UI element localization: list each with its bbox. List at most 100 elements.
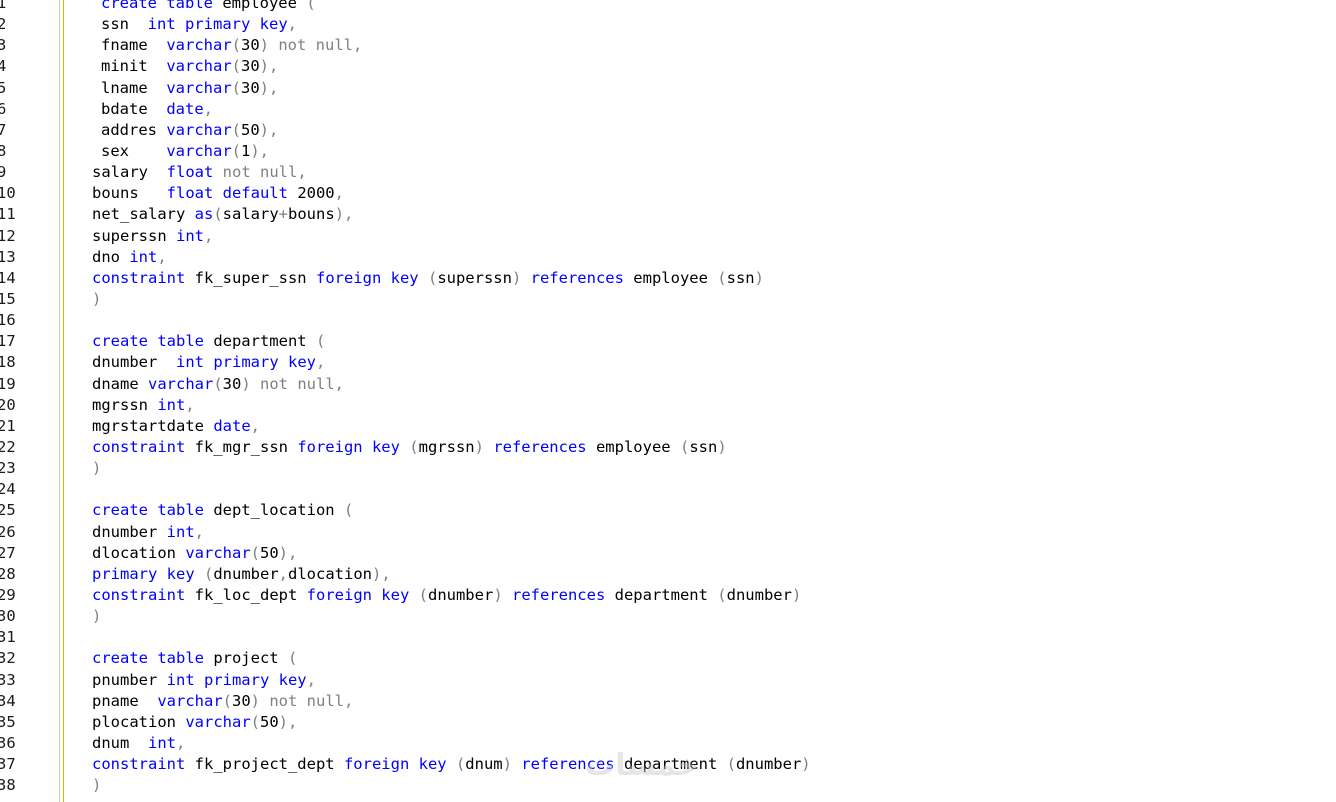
- code-text[interactable]: pname varchar(30) not null,: [92, 691, 353, 712]
- code-text[interactable]: dlocation varchar(50),: [92, 543, 297, 564]
- code-text[interactable]: bouns float default 2000,: [92, 183, 344, 204]
- sql-identifier: fname: [101, 36, 167, 55]
- line-number: 12: [0, 226, 16, 245]
- code-line[interactable]: 21 mgrstartdate date,: [0, 416, 1336, 437]
- line-number: 32: [0, 649, 16, 668]
- sql-punctuation: ,: [334, 184, 344, 203]
- code-line[interactable]: 32 create table project (: [0, 648, 1336, 669]
- code-line[interactable]: 8 sex varchar(1),: [0, 141, 1336, 162]
- line-number: 29: [0, 585, 16, 604]
- code-line[interactable]: 14 constraint fk_super_ssn foreign key (s…: [0, 268, 1336, 289]
- code-line[interactable]: 6 bdate date,: [0, 99, 1336, 120]
- code-line[interactable]: 20 mgrssn int,: [0, 395, 1336, 416]
- sql-identifier: addres: [101, 120, 167, 139]
- code-line[interactable]: 4 minit varchar(30),: [0, 56, 1336, 77]
- code-area[interactable]: 1 create table employee (2 ssn int primary…: [0, 0, 1336, 796]
- sql-punctuation: ): [717, 437, 727, 456]
- sql-identifier: fk_super_ssn: [185, 268, 316, 287]
- code-text[interactable]: dnumber int primary key,: [92, 352, 325, 373]
- sql-punctuation: ),: [278, 712, 298, 731]
- sql-identifier: 30: [232, 691, 251, 710]
- code-text[interactable]: mgrssn int,: [92, 395, 195, 416]
- sql-punctuation: (: [409, 585, 428, 604]
- sql-punctuation: ),: [259, 57, 279, 76]
- sql-keyword: varchar: [166, 57, 232, 76]
- code-text[interactable]: constraint fk_loc_dept foreign key (dnum…: [92, 585, 801, 606]
- sql-code-editor[interactable]: 1 create table employee (2 ssn int primary…: [0, 0, 1336, 802]
- code-line[interactable]: 19 dname varchar(30) not null,: [0, 374, 1336, 395]
- code-line[interactable]: 15): [0, 289, 1336, 310]
- code-line[interactable]: 24: [0, 479, 1336, 500]
- code-text[interactable]: ): [92, 775, 101, 796]
- code-line[interactable]: 3 fname varchar(30) not null,: [0, 35, 1336, 56]
- code-line[interactable]: 29 constraint fk_loc_dept foreign key (dn…: [0, 585, 1336, 606]
- code-line[interactable]: 13 dno int,: [0, 247, 1336, 268]
- code-text[interactable]: ssn int primary key,: [101, 14, 297, 35]
- code-line[interactable]: 5 lname varchar(30),: [0, 78, 1336, 99]
- code-text[interactable]: minit varchar(30),: [101, 56, 278, 77]
- code-line[interactable]: 12 superssn int,: [0, 226, 1336, 247]
- code-line[interactable]: 23): [0, 458, 1336, 479]
- code-line[interactable]: 31: [0, 627, 1336, 648]
- sql-identifier: net_salary: [92, 205, 195, 224]
- code-line[interactable]: 33 pnumber int primary key,: [0, 670, 1336, 691]
- code-text[interactable]: fname varchar(30) not null,: [101, 35, 362, 56]
- code-text[interactable]: create table department (: [92, 331, 325, 352]
- code-text[interactable]: net_salary as(salary+bouns),: [92, 204, 353, 225]
- sql-punctuation: ,: [176, 733, 186, 752]
- sql-identifier: lname: [101, 78, 167, 97]
- code-text[interactable]: constraint fk_super_ssn foreign key (sup…: [92, 268, 764, 289]
- sql-punctuation: ): [92, 776, 102, 795]
- code-line[interactable]: 27 dlocation varchar(50),: [0, 543, 1336, 564]
- code-line[interactable]: 26 dnumber int,: [0, 522, 1336, 543]
- code-text[interactable]: ): [92, 289, 101, 310]
- code-text[interactable]: dno int,: [92, 247, 167, 268]
- code-text[interactable]: lname varchar(30),: [101, 78, 278, 99]
- code-text[interactable]: dnumber int,: [92, 522, 204, 543]
- code-line[interactable]: 25 create table dept_location (: [0, 500, 1336, 521]
- code-text[interactable]: superssn int,: [92, 226, 213, 247]
- code-text[interactable]: dnum int,: [92, 733, 185, 754]
- code-text[interactable]: dname varchar(30) not null,: [92, 374, 344, 395]
- code-text[interactable]: constraint fk_project_dept foreign key (…: [92, 754, 811, 775]
- sql-punctuation: (: [213, 205, 223, 224]
- sql-punctuation: (: [231, 78, 241, 97]
- code-text[interactable]: sex varchar(1),: [101, 141, 269, 162]
- line-number: 31: [0, 628, 16, 647]
- code-text[interactable]: create table project (: [92, 648, 297, 669]
- code-text[interactable]: salary float not null,: [92, 162, 307, 183]
- code-text[interactable]: ): [92, 606, 101, 627]
- code-line[interactable]: 34 pname varchar(30) not null,: [0, 691, 1336, 712]
- code-line[interactable]: 18 dnumber int primary key,: [0, 352, 1336, 373]
- sql-punctuation: ),: [259, 120, 279, 139]
- code-line[interactable]: 16: [0, 310, 1336, 331]
- code-line[interactable]: 10 bouns float default 2000,: [0, 183, 1336, 204]
- code-line[interactable]: 17 create table department (: [0, 331, 1336, 352]
- code-line[interactable]: 35 plocation varchar(50),: [0, 712, 1336, 733]
- code-line[interactable]: 30): [0, 606, 1336, 627]
- line-number: 35: [0, 712, 16, 731]
- code-line[interactable]: 11 net_salary as(salary+bouns),: [0, 204, 1336, 225]
- code-text[interactable]: create table employee (: [101, 0, 316, 14]
- code-text[interactable]: plocation varchar(50),: [92, 712, 297, 733]
- code-text[interactable]: ): [92, 458, 101, 479]
- code-line[interactable]: 7 addres varchar(50),: [0, 120, 1336, 141]
- code-text[interactable]: addres varchar(50),: [101, 120, 278, 141]
- code-text[interactable]: mgrstartdate date,: [92, 416, 260, 437]
- sql-punctuation: ) not null,: [250, 691, 354, 710]
- code-line[interactable]: 22 constraint fk_mgr_ssn foreign key (mgr…: [0, 437, 1336, 458]
- line-number: 17: [0, 332, 16, 351]
- code-line[interactable]: 9 salary float not null,: [0, 162, 1336, 183]
- code-text[interactable]: primary key (dnumber,dlocation),: [92, 564, 391, 585]
- sql-identifier: project: [203, 649, 288, 668]
- code-line[interactable]: 28 primary key (dnumber,dlocation),: [0, 564, 1336, 585]
- sql-punctuation: (: [418, 268, 438, 287]
- sql-keyword: constraint: [92, 755, 186, 774]
- code-text[interactable]: constraint fk_mgr_ssn foreign key (mgrss…: [92, 437, 727, 458]
- code-line[interactable]: 1 create table employee (: [0, 0, 1336, 14]
- code-text[interactable]: pnumber int primary key,: [92, 670, 316, 691]
- sql-keyword: as: [194, 205, 214, 224]
- code-text[interactable]: create table dept_location (: [92, 500, 353, 521]
- code-text[interactable]: bdate date,: [101, 99, 213, 120]
- code-line[interactable]: 2 ssn int primary key,: [0, 14, 1336, 35]
